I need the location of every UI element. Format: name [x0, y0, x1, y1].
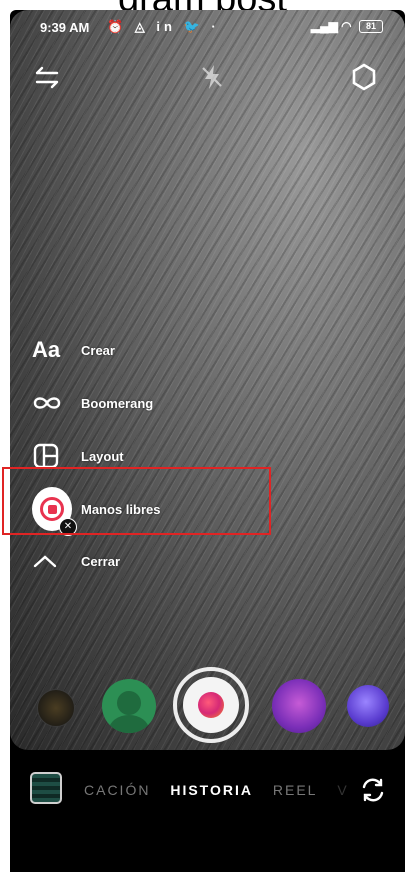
system-icons: ▂▄▆ ◠ 81 [310, 19, 383, 34]
highlight-box [2, 467, 271, 535]
chevron-up-icon [32, 553, 72, 569]
menu-item-cerrar[interactable]: Cerrar [32, 541, 292, 581]
status-bar: 9:39 AM ⏰ ◬ in 🐦 · ▂▄▆ ◠ 81 [10, 10, 405, 44]
effect-thumbnail[interactable] [102, 679, 156, 733]
flash-off-icon[interactable] [197, 62, 231, 96]
infinity-icon [32, 395, 72, 411]
menu-item-boomerang[interactable]: Boomerang [32, 383, 292, 423]
capture-button[interactable] [173, 667, 249, 743]
wifi-icon: ◠ [341, 19, 352, 33]
status-time: 9:39 AM [40, 20, 90, 35]
menu-label: Cerrar [81, 553, 121, 569]
signal-icon: ▂▄▆ [310, 19, 338, 33]
layout-icon [32, 442, 72, 470]
record-icon [198, 692, 224, 718]
menu-item-crear[interactable]: Aa Crear [32, 330, 292, 370]
text-aa-icon: Aa [32, 337, 61, 362]
effects-tray [10, 665, 405, 745]
menu-label: Crear [81, 342, 115, 358]
tab-reel[interactable]: REEL [273, 782, 318, 798]
menu-label: Layout [81, 448, 124, 464]
camera-viewfinder[interactable]: 9:39 AM ⏰ ◬ in 🐦 · ▂▄▆ ◠ 81 Aa Crear Boo… [10, 10, 405, 750]
tab-video[interactable]: V [337, 782, 348, 798]
phone-screen: 9:39 AM ⏰ ◬ in 🐦 · ▂▄▆ ◠ 81 Aa Crear Boo… [10, 10, 405, 872]
mode-tabs: CACIÓN HISTORIA REEL V [84, 782, 363, 798]
effect-thumbnail[interactable] [272, 679, 326, 733]
settings-icon[interactable] [349, 62, 383, 96]
effect-thumbnail[interactable] [37, 689, 75, 727]
mode-bar: CACIÓN HISTORIA REEL V [10, 762, 405, 812]
notification-icons: ⏰ ◬ in 🐦 · [107, 19, 220, 34]
tab-historia[interactable]: HISTORIA [170, 782, 253, 798]
gallery-thumbnail[interactable] [30, 772, 62, 804]
tab-publicacion[interactable]: CACIÓN [84, 782, 150, 798]
battery-icon: 81 [359, 20, 383, 34]
flip-camera-icon[interactable] [359, 776, 387, 804]
menu-label: Boomerang [81, 395, 154, 411]
switch-camera-icon[interactable] [32, 62, 66, 96]
effect-thumbnail[interactable] [347, 685, 389, 727]
